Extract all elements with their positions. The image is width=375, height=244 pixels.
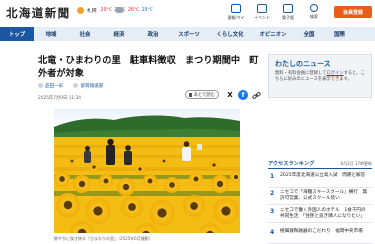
main-nav: トップ 地域 社会 経済 政治 スポーツ くらし文化 オピニオン 全国 国際 — [0, 27, 375, 41]
temp-low: 19℃ — [141, 7, 154, 13]
sun-icon — [77, 7, 84, 14]
ranking-item[interactable]: 3 ニセコで働く外国人のホテル 1食千円の共同生活 「住民と良き隣人になりたい」 — [268, 206, 372, 223]
nav-item-region[interactable]: 地域 — [34, 27, 68, 41]
share-facebook-button[interactable]: f — [238, 90, 248, 100]
rank-title: 極細鉄陶磁器のこだわり 福岡中央市場 — [280, 229, 363, 234]
bookmark-icon — [189, 92, 193, 97]
sunflower-field-image — [54, 109, 240, 233]
ranking-item[interactable]: 1 2025年度北海道公立高入試 問題と解答 — [268, 171, 372, 188]
nav-item-politics[interactable]: 政治 — [136, 27, 170, 41]
link-icon — [251, 91, 261, 99]
news-icon — [231, 4, 241, 13]
rank-number: 1 — [270, 173, 275, 180]
search-icon — [310, 4, 318, 12]
temp-high: 26℃ — [128, 7, 140, 13]
nav-item-international[interactable]: 国際 — [324, 27, 355, 41]
nav-item-culture[interactable]: くらし文化 — [208, 27, 252, 41]
desk-link[interactable]: 留萌報道部 — [73, 83, 103, 89]
rank-number: 3 — [270, 208, 275, 215]
avatar — [73, 83, 79, 88]
ranking-item[interactable]: 4 極細鉄陶磁器のこだわり 福岡中央市場 — [268, 227, 372, 244]
ranking-item[interactable]: 2 ニセコで「海難スキースクール」横行 無許可営業、公式スクール装い — [268, 188, 372, 205]
nav-item-sports[interactable]: スポーツ — [170, 27, 208, 41]
ranking-header: アクセスランキング 8月2日 17時更新 — [268, 159, 372, 169]
photo-caption: 鮮やかに咲き誇る「ひまわりの里」（2025年6月撮影） — [54, 236, 153, 241]
rank-title: ニセコで働く外国人のホテル 1食千円の共同生活 「住民と良き隣人になりたい」 — [280, 208, 366, 220]
article-photo — [54, 109, 240, 233]
avatar — [38, 83, 43, 88]
nav-item-top[interactable]: トップ — [0, 27, 34, 41]
cloud-icon — [115, 7, 124, 13]
author-name: 品田一彩 — [45, 84, 64, 89]
author-link[interactable]: 品田一彩 — [38, 83, 63, 89]
nav-item-economy[interactable]: 経済 — [102, 27, 136, 41]
nav-item-national[interactable]: 全国 — [294, 27, 324, 41]
rank-title: ニセコで「海難スキースクール」横行 無許可営業、公式スクール装い — [280, 190, 368, 202]
nav-item-society[interactable]: 社会 — [68, 27, 102, 41]
my-news-text-prefix: 無料・有料会員に登録して — [275, 71, 327, 76]
temp-high: 29℃ — [100, 8, 113, 13]
my-news-box: わたしのニュース 無料・有料会員に登録してログインすると、こちらに好みのニュース… — [268, 54, 372, 98]
tool-label: 電子版 — [282, 15, 294, 20]
calendar-icon — [257, 4, 267, 13]
rank-number: 4 — [270, 229, 275, 236]
weather-tomorrow[interactable]: 26℃ 19℃ — [115, 7, 153, 13]
nav-item-opinion[interactable]: オピニオン — [252, 27, 294, 41]
read-later-label: あとで読む — [193, 92, 215, 98]
tool-label: 速報/マイ — [227, 15, 245, 20]
publish-date: 2025年7月9日 11:34 — [38, 96, 82, 101]
share-x-button[interactable]: X — [225, 90, 235, 100]
ranking-updated: 8月2日 17時更新 — [340, 161, 372, 166]
event-link[interactable]: イベント — [251, 4, 273, 21]
rank-title: 2025年度北海道公立高入試 問題と解答 — [280, 173, 366, 178]
tool-label: 検索 — [310, 14, 318, 19]
register-button[interactable]: 会員登録 — [334, 6, 372, 18]
my-news-title: わたしのニュース — [275, 60, 331, 68]
byline: 品田一彩 留萌報道部 — [38, 83, 103, 89]
digital-edition-link[interactable]: 電子版 — [277, 4, 299, 21]
tool-label: イベント — [254, 15, 270, 20]
weather-place: 札幌 — [87, 9, 97, 14]
site-logo[interactable]: 北海道新聞 — [6, 5, 71, 21]
read-later-button[interactable]: あとで読む — [185, 90, 219, 99]
ranking-title: アクセスランキング — [268, 161, 315, 167]
breaking-news-link[interactable]: 速報/マイ — [225, 4, 247, 21]
share-link-button[interactable] — [251, 90, 261, 100]
newspaper-icon — [283, 4, 293, 13]
site-header: 北海道新聞 札幌 29℃ 20℃ 26℃ 19℃ 速報/マイ イベント 電子版 … — [0, 0, 375, 26]
my-news-text: 無料・有料会員に登録してログインすると、こちらに好みのニュースを表示できます。 — [275, 71, 368, 83]
search-link[interactable]: 検索 — [303, 4, 325, 20]
article-headline: 北竜・ひまわりの里 駐車料徴収 まつり期間中 町外者が対象 — [38, 55, 259, 79]
desk-name: 留萌報道部 — [80, 84, 104, 89]
login-link[interactable]: ログイン — [326, 71, 343, 76]
rank-number: 2 — [270, 190, 275, 197]
